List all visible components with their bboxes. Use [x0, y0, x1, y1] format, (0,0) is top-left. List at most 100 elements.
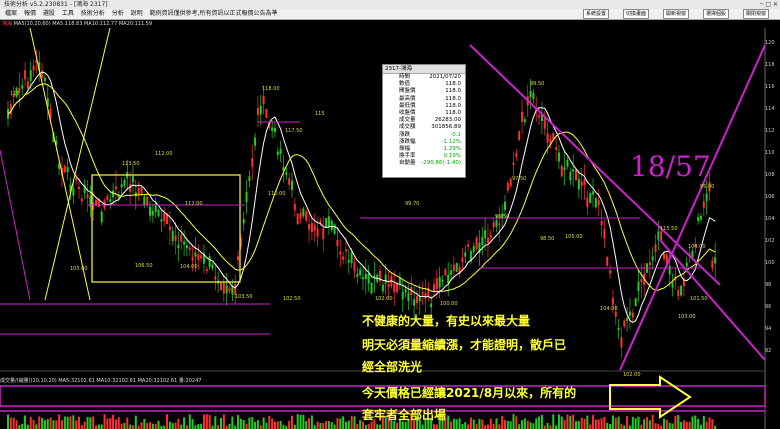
volume-bar [495, 418, 498, 429]
ma-yellow-line [7, 83, 716, 293]
price-label: 104.00 [180, 264, 198, 270]
volume-bar [185, 425, 188, 429]
price-label: 103.00 [678, 314, 696, 320]
candle-body [430, 303, 433, 308]
candle-body [137, 187, 140, 195]
volume-bar [310, 415, 313, 429]
volume-bar [504, 420, 506, 429]
volume-bar [168, 421, 171, 429]
candle-body [518, 131, 521, 141]
volume-bar [12, 417, 15, 429]
volume-bar [100, 424, 103, 429]
info-key: 成交額 [399, 124, 416, 131]
volume-bar [9, 417, 12, 429]
volume-bar [379, 424, 382, 429]
price-label: 97.50 [512, 176, 526, 182]
volume-bar [75, 420, 78, 429]
candle-body [492, 222, 495, 228]
volume-bar [60, 420, 63, 429]
volume-bar [600, 418, 603, 429]
volume-bar [183, 417, 186, 429]
volume-bar [631, 416, 634, 429]
volume-bar [251, 417, 254, 429]
volume-bar [58, 414, 61, 429]
axis-tick-label: 94 [765, 326, 772, 332]
volume-bar [72, 415, 75, 429]
candle-body [109, 199, 112, 202]
candle-body [254, 137, 257, 146]
volume-bar [356, 424, 359, 429]
diagonal-yellow [44, 27, 111, 301]
volume-bar [52, 420, 55, 429]
candle-body [529, 90, 532, 98]
volume-bar [7, 414, 9, 429]
candle-body [597, 200, 600, 206]
candle-body [75, 178, 78, 181]
candle-body [342, 256, 345, 260]
info-row: 數值 118.0 [383, 81, 465, 88]
volume-bar [526, 420, 529, 429]
volume-bar [515, 416, 518, 429]
volume-bar [151, 423, 154, 429]
volume-bar [674, 416, 677, 429]
volume-bar [472, 419, 475, 429]
candle-body [72, 187, 75, 196]
candle-body [24, 70, 27, 80]
candle-body [421, 291, 424, 295]
candle-body [160, 219, 163, 222]
volume-bar [239, 419, 242, 429]
candle-body [197, 254, 200, 260]
axis-tick-label: 104 [765, 216, 775, 222]
candle-body [222, 282, 225, 294]
candle-body [208, 256, 211, 268]
candle-body [296, 213, 299, 225]
candle-body [532, 93, 535, 99]
candle-body [461, 257, 464, 263]
volume-bar [188, 414, 191, 429]
volume-bar [455, 419, 458, 429]
volume-bar [705, 421, 708, 429]
volume-bar [131, 425, 134, 429]
candle-body [586, 197, 589, 208]
candle-body [557, 152, 560, 162]
diagonal-yellow [29, 27, 91, 301]
annotation-line-2: 明天必須量縮續漲，才能證明，散戶已 [362, 338, 567, 352]
candle-body [481, 236, 484, 245]
candle-body [609, 270, 612, 274]
volume-bar [589, 424, 592, 429]
candle-body [131, 176, 134, 183]
volume-bar [339, 418, 342, 429]
price-label: 104.00 [688, 244, 706, 250]
candle-body [560, 165, 563, 177]
info-value: 26283.00 [434, 117, 461, 124]
volume-bar [628, 425, 631, 429]
candle-body [583, 179, 586, 185]
volume-bar [21, 423, 24, 429]
candle-body [396, 283, 399, 293]
volume-bar [498, 424, 501, 429]
volume-bar [333, 424, 336, 429]
volume-bar [521, 420, 524, 429]
candle-body [347, 259, 350, 263]
volume-bar [163, 425, 166, 429]
volume-bar [566, 414, 569, 429]
candle-body [484, 230, 487, 239]
price-label: 95.00 [700, 184, 714, 190]
info-row: 換手率 0.19% [383, 153, 465, 160]
candle-body [702, 201, 705, 208]
candle-body [424, 293, 427, 299]
price-label: 101.50 [690, 296, 708, 302]
candle-body [447, 274, 450, 284]
volume-bar [18, 425, 21, 429]
candle-body [472, 246, 475, 253]
volume-bar [685, 421, 688, 429]
candle-body [200, 255, 203, 259]
price-label: 103.50 [235, 294, 253, 300]
candle-body [577, 178, 580, 190]
candle-body [313, 225, 316, 231]
candle-body [183, 241, 186, 245]
candle-body [467, 244, 470, 247]
info-row: 最高價 118.0 [383, 96, 465, 103]
volume-bar [305, 420, 308, 429]
candle-body [611, 297, 614, 305]
